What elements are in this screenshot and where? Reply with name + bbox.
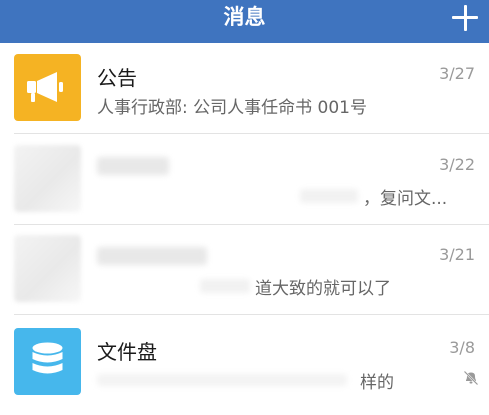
message-preview: 人事行政部: 公司人事任命书 001号: [97, 98, 367, 118]
database-icon: [32, 342, 63, 374]
blurred-avatar: [14, 235, 81, 302]
message-item-3[interactable]: 3/21 道大致的就可以了: [0, 225, 489, 315]
blurred-preview: [200, 279, 250, 293]
message-preview: 样的: [360, 373, 394, 393]
message-title: 公告: [97, 66, 137, 90]
message-item-2[interactable]: 3/22 ，复问文...: [0, 135, 489, 225]
header-bar: 消息: [0, 0, 489, 43]
message-date: 3/8: [449, 338, 475, 357]
blurred-avatar: [14, 145, 81, 212]
message-preview: ，复问文...: [363, 189, 448, 209]
message-preview: 道大致的就可以了: [255, 279, 391, 299]
messages-screen: 消息 公告 3/27 人事行政部: 公司人事任命书 001号 3/22 ，复问文…: [0, 0, 489, 415]
row-divider: [14, 314, 489, 315]
announcement-avatar: [14, 54, 81, 121]
blurred-preview: [97, 374, 347, 386]
megaphone-icon: [27, 72, 63, 102]
message-item-file-disk[interactable]: 文件盘 3/8 样的: [0, 318, 489, 408]
mute-icon: [463, 370, 479, 386]
add-plus-icon[interactable]: [452, 5, 478, 31]
blurred-preview: [300, 189, 358, 203]
file-disk-avatar: [14, 328, 81, 395]
blurred-title: [97, 247, 207, 265]
message-title: 文件盘: [97, 340, 157, 364]
message-date: 3/22: [439, 155, 475, 174]
message-date: 3/27: [439, 64, 475, 83]
blurred-title: [97, 157, 169, 175]
message-date: 3/21: [439, 245, 475, 264]
page-title: 消息: [223, 5, 266, 29]
row-divider: [14, 133, 489, 134]
message-item-announcement[interactable]: 公告 3/27 人事行政部: 公司人事任命书 001号: [0, 44, 489, 134]
